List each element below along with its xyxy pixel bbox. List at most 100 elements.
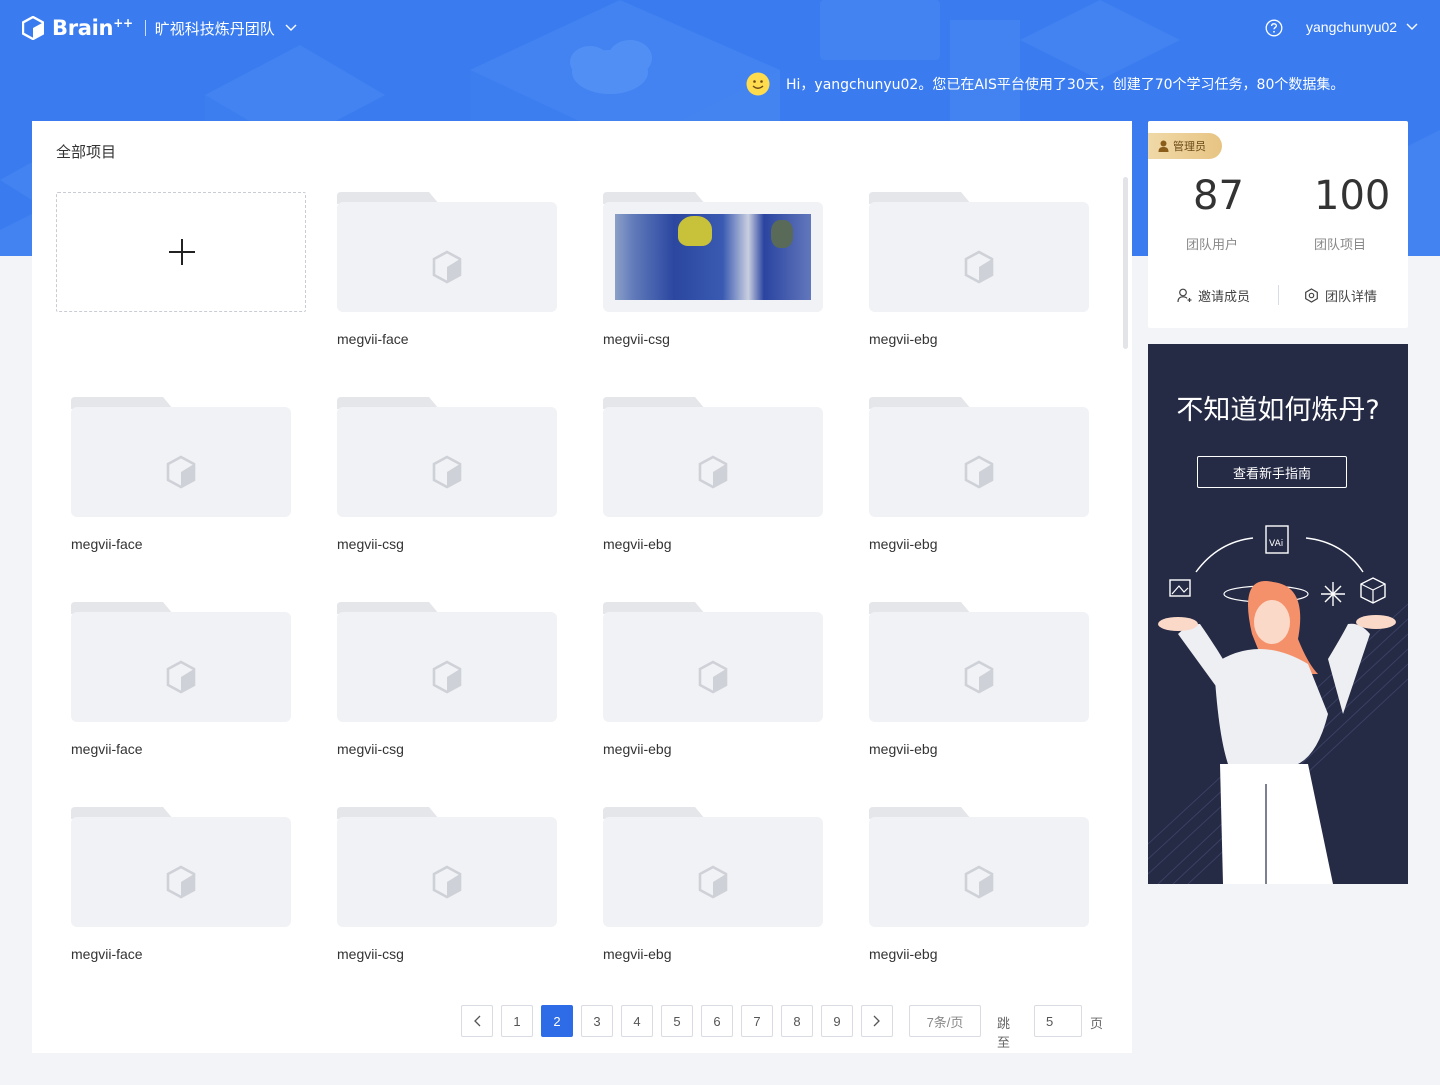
page-button-7[interactable]: 7 [741, 1005, 773, 1037]
view-guide-button[interactable]: 查看新手指南 [1197, 456, 1347, 488]
smile-icon [746, 72, 770, 96]
user-icon [1158, 140, 1169, 152]
chevron-right-icon [873, 1015, 880, 1027]
add-user-icon [1177, 288, 1192, 303]
folder-body [869, 202, 1089, 312]
page-button-8[interactable]: 8 [781, 1005, 813, 1037]
next-page-button[interactable] [861, 1005, 893, 1037]
jump-unit-label: 页 [1090, 1017, 1104, 1032]
project-folder[interactable]: megvii-ebg [603, 602, 823, 757]
project-thumbnail [615, 214, 811, 300]
confused-person-illustration: VAi [1148, 525, 1408, 884]
help-icon[interactable] [1265, 19, 1283, 37]
project-folder[interactable]: megvii-face [71, 807, 291, 962]
user-menu[interactable]: yangchunyu02 [1306, 19, 1418, 35]
folder-body [603, 817, 823, 927]
team-switcher-label[interactable]: 旷视科技炼丹团队 [155, 18, 275, 39]
folder-body [71, 817, 291, 927]
project-name: megvii-ebg [869, 741, 938, 757]
folder-body [337, 612, 557, 722]
cube-icon [698, 660, 728, 694]
project-name: megvii-face [71, 536, 143, 552]
project-folder[interactable]: megvii-csg [337, 602, 557, 757]
project-name: megvii-ebg [603, 946, 672, 962]
project-name: megvii-face [337, 331, 409, 347]
team-projects-label: 团队项目 [1314, 238, 1367, 253]
cube-icon [964, 455, 994, 489]
folder-body [603, 612, 823, 722]
team-users-count: 87 [1193, 173, 1244, 219]
cube-icon [166, 455, 196, 489]
brand-name: Brain++ [52, 16, 133, 40]
page-title: 全部项目 [56, 143, 117, 161]
project-folder[interactable]: megvii-ebg [869, 192, 1089, 347]
folder-body [337, 407, 557, 517]
scrollbar[interactable] [1123, 177, 1128, 349]
top-navigation-bar: Brain++ 旷视科技炼丹团队 yangchunyu02 [0, 0, 1440, 56]
chevron-down-icon[interactable] [285, 24, 297, 32]
project-folder[interactable]: megvii-ebg [603, 397, 823, 552]
page-button-2[interactable]: 2 [541, 1005, 573, 1037]
add-project-button[interactable] [56, 192, 306, 312]
page-button-6[interactable]: 6 [701, 1005, 733, 1037]
cube-icon [698, 455, 728, 489]
project-folder[interactable]: megvii-face [337, 192, 557, 347]
role-badge: 管理员 [1148, 133, 1222, 159]
project-folder[interactable]: megvii-ebg [869, 602, 1089, 757]
project-name: megvii-csg [337, 741, 404, 757]
page-button-3[interactable]: 3 [581, 1005, 613, 1037]
cube-icon [964, 865, 994, 899]
folder-body [71, 612, 291, 722]
project-folder[interactable]: megvii-ebg [869, 807, 1089, 962]
project-folder[interactable]: megvii-csg [337, 807, 557, 962]
cube-icon [964, 660, 994, 694]
cube-icon [964, 250, 994, 284]
greeting-bar: Hi，yangchunyu02。您已在AIS平台使用了30天，创建了70个学习任… [746, 72, 1344, 96]
divider [1278, 285, 1279, 305]
cube-logo-icon [22, 16, 44, 40]
folder-body [603, 202, 823, 312]
folder-body [71, 407, 291, 517]
page-button-1[interactable]: 1 [501, 1005, 533, 1037]
settings-icon [1305, 288, 1318, 303]
projects-panel: 全部项目 megvii-face megvii-csg megvii-ebg megv… [32, 121, 1132, 1053]
guide-banner: 不知道如何炼丹? 查看新手指南 VAi [1148, 344, 1408, 884]
team-details-button[interactable]: 团队详情 [1304, 286, 1377, 305]
page-button-4[interactable]: 4 [621, 1005, 653, 1037]
project-folder[interactable]: megvii-face [71, 397, 291, 552]
cube-icon [432, 455, 462, 489]
project-name: megvii-face [71, 946, 143, 962]
page-button-5[interactable]: 5 [661, 1005, 693, 1037]
project-name: megvii-csg [603, 331, 670, 347]
project-folder[interactable]: megvii-csg [337, 397, 557, 552]
project-folder[interactable]: megvii-face [71, 602, 291, 757]
svg-text:VAi: VAi [1269, 539, 1283, 549]
brand-logo[interactable]: Brain++ 旷视科技炼丹团队 [22, 16, 297, 40]
username-label: yangchunyu02 [1306, 19, 1398, 35]
project-folder[interactable]: megvii-ebg [603, 807, 823, 962]
team-projects-count: 100 [1314, 173, 1391, 219]
jump-page-input[interactable]: 5 [1034, 1005, 1082, 1037]
page-size-select[interactable]: 7条/页 [909, 1005, 981, 1037]
folder-body [869, 817, 1089, 927]
invite-member-button[interactable]: 邀请成员 [1177, 286, 1250, 305]
brand-divider [144, 20, 146, 36]
chevron-left-icon [474, 1015, 481, 1027]
project-folder[interactable]: megvii-ebg [869, 397, 1089, 552]
cube-icon [432, 660, 462, 694]
project-name: megvii-ebg [603, 536, 672, 552]
folder-body [603, 407, 823, 517]
cube-icon [698, 865, 728, 899]
folder-body [337, 817, 557, 927]
project-folder[interactable]: megvii-csg [603, 192, 823, 347]
prev-page-button[interactable] [461, 1005, 493, 1037]
folder-body [337, 202, 557, 312]
team-users-label: 团队用户 [1186, 238, 1239, 253]
cube-icon [166, 865, 196, 899]
page-button-9[interactable]: 9 [821, 1005, 853, 1037]
cube-icon [432, 250, 462, 284]
folder-body [869, 407, 1089, 517]
folder-body [869, 612, 1089, 722]
project-name: megvii-ebg [869, 536, 938, 552]
project-name: megvii-face [71, 741, 143, 757]
